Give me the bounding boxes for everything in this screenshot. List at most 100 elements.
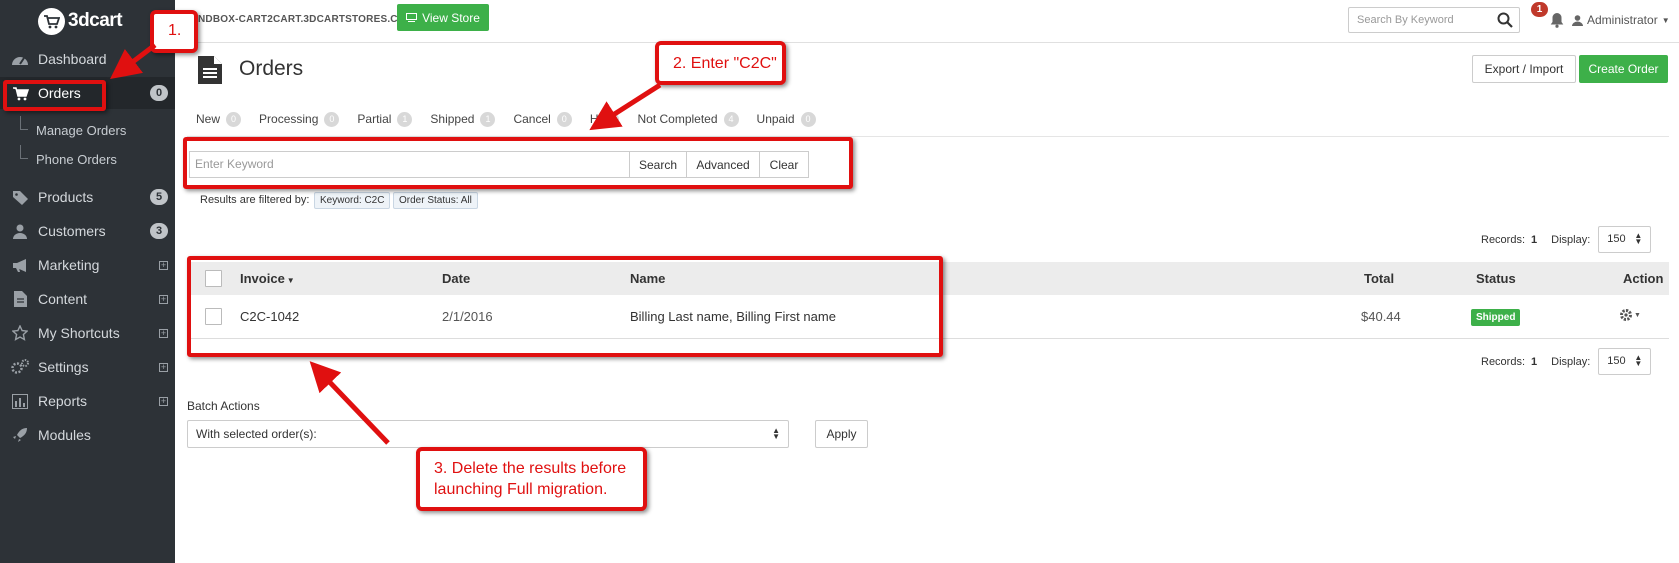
top-bar: NDBOX-CART2CART.3DCARTSTORES.COM View St… bbox=[175, 0, 1679, 43]
sort-arrows-icon: ▲ ▼ bbox=[1634, 353, 1643, 368]
order-total: $40.44 bbox=[1361, 309, 1401, 324]
sort-arrows-icon: ▲ ▼ bbox=[1634, 231, 1643, 246]
keyword-search-input[interactable]: Search By Keyword bbox=[1348, 7, 1520, 33]
sidebar-subitem-manage-orders[interactable]: Manage Orders bbox=[20, 116, 170, 144]
status-badge: Shipped bbox=[1471, 309, 1521, 326]
filter-chip-keyword[interactable]: Keyword: C2C bbox=[314, 192, 391, 209]
rocket-icon bbox=[11, 426, 29, 444]
subitem-label: Phone Orders bbox=[36, 151, 117, 167]
annotation-step-2: 2. Enter "C2C" bbox=[655, 41, 786, 85]
tab-count: 0 bbox=[556, 111, 572, 127]
sidebar-subitem-phone-orders[interactable]: Phone Orders bbox=[20, 145, 170, 173]
annotation-highlight-search bbox=[183, 137, 853, 189]
tab-count: 4 bbox=[723, 111, 739, 127]
tags-icon bbox=[11, 188, 29, 206]
display-label: Display: bbox=[1551, 233, 1591, 246]
tab-count: 0 bbox=[324, 111, 340, 127]
export-import-button[interactable]: Export / Import bbox=[1472, 55, 1576, 83]
sidebar-item-label: Settings bbox=[38, 359, 89, 375]
display-select[interactable]: 150 ▲ ▼ bbox=[1598, 226, 1652, 253]
sidebar-item-dashboard[interactable]: Dashboard bbox=[0, 43, 175, 75]
expand-icon[interactable]: + bbox=[159, 294, 168, 304]
column-action: Action bbox=[1623, 271, 1664, 286]
logo-text: 3dcart bbox=[68, 10, 123, 31]
count-badge: 0 bbox=[150, 85, 168, 101]
view-store-label: View Store bbox=[422, 10, 480, 25]
expand-icon[interactable]: + bbox=[159, 328, 168, 338]
filter-chip-status[interactable]: Order Status: All bbox=[393, 192, 478, 209]
apply-button[interactable]: Apply bbox=[815, 420, 868, 448]
sidebar-item-my-shortcuts[interactable]: My Shortcuts + bbox=[0, 317, 175, 349]
sidebar-item-content[interactable]: Content + bbox=[0, 283, 175, 315]
records-label: Records: bbox=[1481, 355, 1526, 368]
tab-count: 0 bbox=[226, 111, 242, 127]
column-total[interactable]: Total bbox=[1364, 271, 1394, 286]
records-top: Records: 1 Display: 150 ▲ ▼ bbox=[1481, 226, 1652, 253]
filter-label: Results are filtered by: bbox=[200, 194, 310, 206]
orders-document-icon bbox=[198, 56, 222, 84]
user-menu[interactable]: Administrator ▼ bbox=[1572, 13, 1670, 27]
file-icon bbox=[11, 290, 29, 308]
column-status[interactable]: Status bbox=[1476, 271, 1516, 286]
sidebar-item-label: Customers bbox=[38, 223, 106, 239]
sidebar-item-customers[interactable]: Customers 3 bbox=[0, 215, 175, 247]
count-badge: 5 bbox=[150, 189, 168, 205]
batch-actions-label: Batch Actions bbox=[187, 399, 260, 413]
sidebar-item-label: Marketing bbox=[38, 257, 100, 273]
expand-icon[interactable]: + bbox=[159, 260, 168, 270]
sidebar-item-label: Dashboard bbox=[38, 51, 107, 67]
cart-logo-icon bbox=[38, 7, 65, 35]
monitor-icon bbox=[406, 13, 418, 22]
tab-hold[interactable]: H0 bbox=[590, 111, 620, 127]
sidebar-item-label: Products bbox=[38, 189, 94, 205]
tab-count: 0 bbox=[800, 111, 816, 127]
bell-icon[interactable] bbox=[1550, 12, 1564, 28]
logo[interactable]: 3dcart bbox=[38, 6, 123, 36]
sidebar-item-reports[interactable]: Reports + bbox=[0, 385, 175, 417]
batch-actions-select[interactable]: With selected order(s): ▲ ▼ bbox=[187, 420, 789, 448]
annotation-step-3-line2: launching Full migration. bbox=[434, 481, 608, 498]
expand-icon[interactable]: + bbox=[159, 396, 168, 406]
tab-not-completed[interactable]: Not Completed 4 bbox=[637, 111, 739, 127]
sidebar-item-products[interactable]: Products 5 bbox=[0, 181, 175, 213]
create-order-button[interactable]: Create Order bbox=[1579, 55, 1668, 83]
dashboard-icon bbox=[11, 50, 29, 68]
bar-chart-icon bbox=[11, 392, 29, 410]
bullhorn-icon bbox=[11, 256, 29, 274]
sidebar-item-marketing[interactable]: Marketing + bbox=[0, 249, 175, 281]
display-select[interactable]: 150 ▲ ▼ bbox=[1598, 348, 1652, 375]
sidebar-item-label: Modules bbox=[38, 427, 91, 443]
annotation-step-3: 3. Delete the results before launching F… bbox=[416, 447, 647, 511]
tab-shipped[interactable]: Shipped 1 bbox=[430, 111, 496, 127]
caret-down-icon: ▼ bbox=[1634, 311, 1641, 319]
annotation-highlight-results bbox=[187, 256, 943, 357]
display-label: Display: bbox=[1551, 355, 1591, 368]
sidebar-item-modules[interactable]: Modules bbox=[0, 419, 175, 451]
expand-icon[interactable]: + bbox=[159, 362, 168, 372]
user-name: Administrator bbox=[1587, 13, 1658, 27]
subitem-label: Manage Orders bbox=[36, 122, 127, 138]
user-icon bbox=[1572, 14, 1583, 26]
records-count: 1 bbox=[1531, 355, 1538, 368]
chevron-down-icon: ▼ bbox=[1661, 15, 1670, 25]
tab-partial[interactable]: Partial 1 bbox=[357, 111, 413, 127]
view-store-button[interactable]: View Store bbox=[397, 4, 489, 31]
star-icon bbox=[11, 324, 29, 342]
tab-new[interactable]: New 0 bbox=[196, 111, 242, 127]
records-label: Records: bbox=[1481, 233, 1526, 246]
notification-badge: 1 bbox=[1531, 2, 1548, 17]
gear-icon bbox=[1620, 309, 1632, 321]
sidebar-item-settings[interactable]: Settings + bbox=[0, 351, 175, 383]
records-bottom: Records: 1 Display: 150 ▲ ▼ bbox=[1481, 348, 1652, 375]
tab-unpaid[interactable]: Unpaid 0 bbox=[757, 111, 816, 127]
store-url[interactable]: NDBOX-CART2CART.3DCARTSTORES.COM bbox=[198, 14, 414, 25]
tab-processing[interactable]: Processing 0 bbox=[259, 111, 340, 127]
page-title: Orders bbox=[239, 57, 304, 80]
tab-cancel[interactable]: Cancel 0 bbox=[513, 111, 572, 127]
tab-count: 1 bbox=[397, 111, 413, 127]
tab-count: 1 bbox=[480, 111, 496, 127]
row-action-menu[interactable]: ▼ bbox=[1619, 308, 1641, 322]
search-icon[interactable] bbox=[1497, 12, 1513, 28]
annotation-highlight-orders bbox=[3, 80, 106, 111]
sidebar-item-label: Reports bbox=[38, 393, 88, 409]
